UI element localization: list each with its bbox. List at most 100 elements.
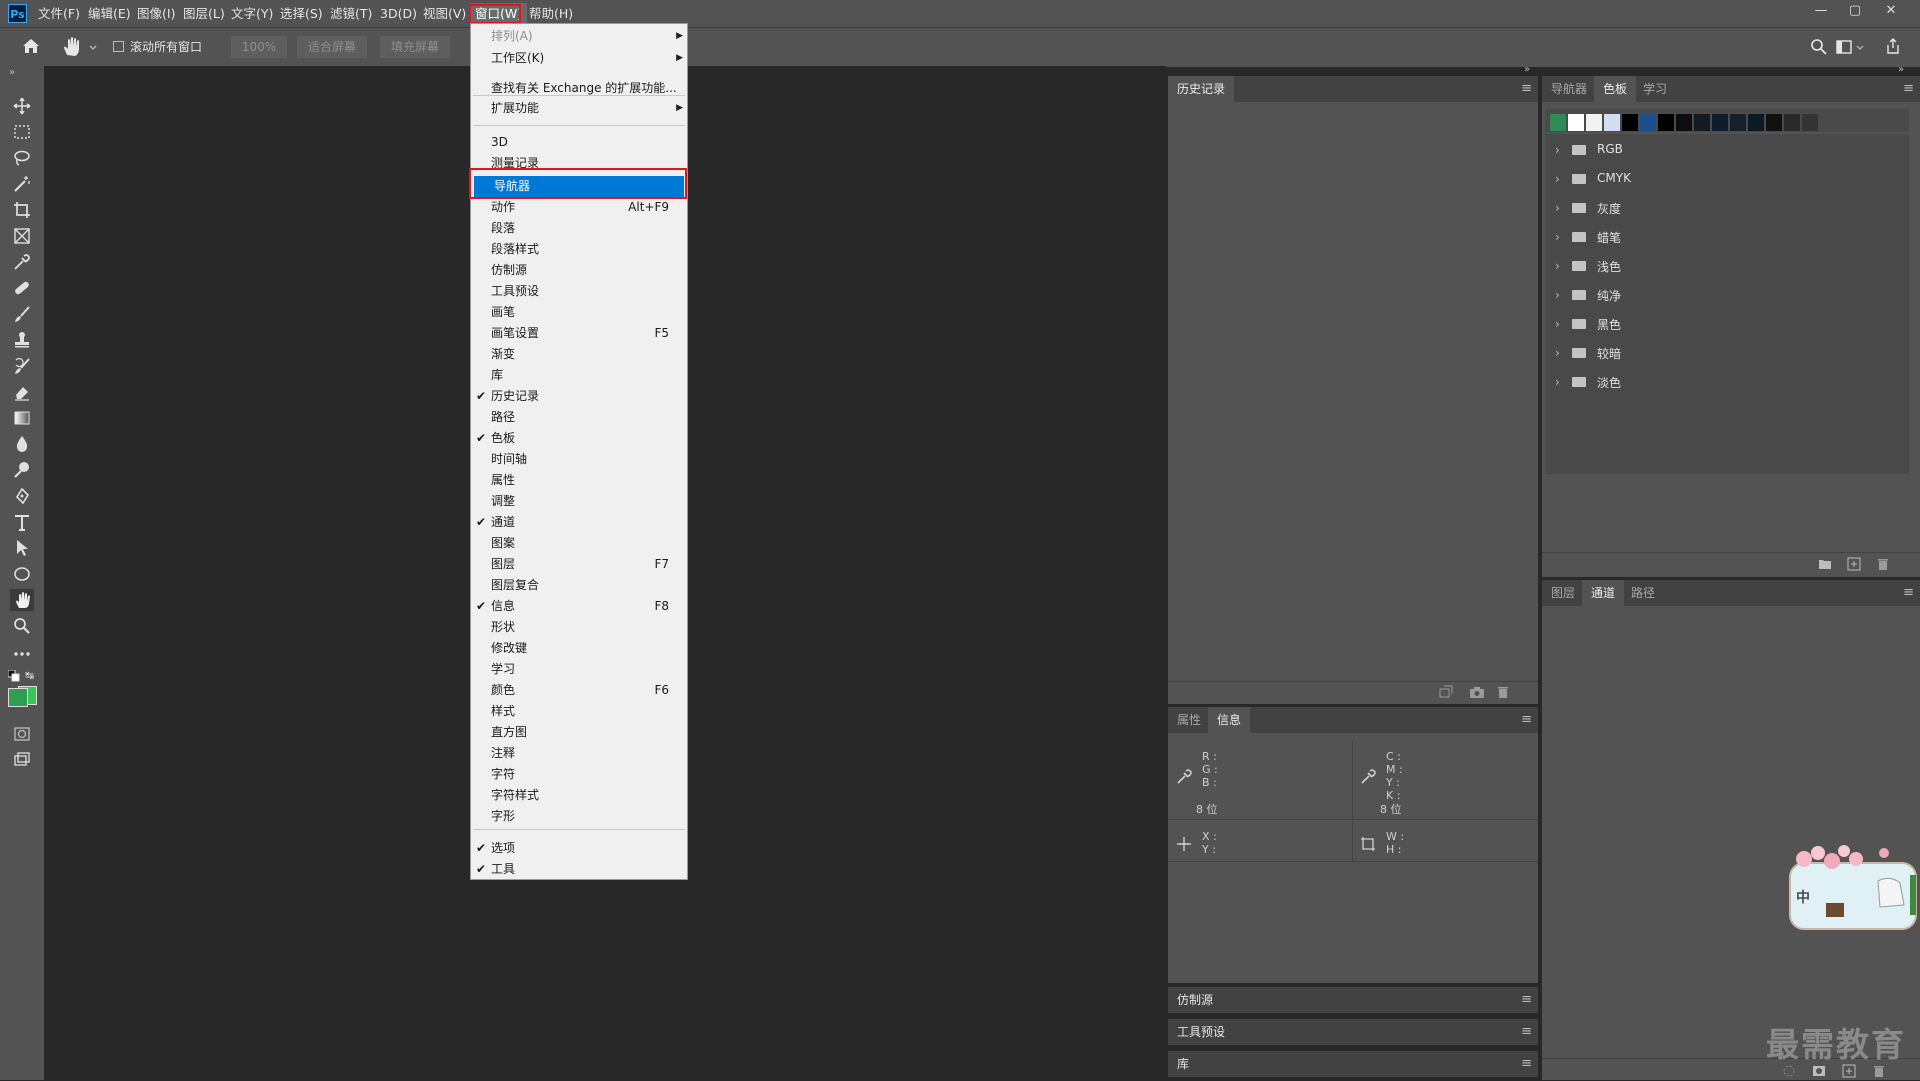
window-menu-item-0[interactable]: 排列(A) ▶ (471, 26, 687, 47)
blur-tool-icon[interactable] (10, 433, 34, 455)
window-menu-item-29[interactable]: 学习 (471, 659, 687, 680)
swatch-color[interactable] (1586, 114, 1602, 131)
tool-presets-panel-collapsed[interactable]: 工具预设 ≡ (1168, 1019, 1538, 1045)
healing-brush-tool-icon[interactable] (10, 277, 34, 299)
tab-info[interactable]: 信息 (1208, 707, 1251, 733)
collapse-toolbox-icon[interactable]: » (9, 67, 15, 78)
clone-stamp-tool-icon[interactable] (10, 329, 34, 351)
panel-menu-icon[interactable]: ≡ (1903, 585, 1914, 600)
brush-tool-icon[interactable] (10, 303, 34, 325)
window-menu-item-30[interactable]: 颜色 F6 (471, 680, 687, 701)
window-menu-item-24[interactable]: 图层 F7 (471, 554, 687, 575)
swatch-group-pastel[interactable]: › 蜡笔 (1555, 223, 1891, 252)
window-menu-item-31[interactable]: 样式 (471, 701, 687, 722)
marquee-tool-icon[interactable] (10, 121, 34, 143)
window-menu-item-9[interactable]: 段落样式 (471, 239, 687, 260)
panel-menu-icon[interactable]: ≡ (1903, 81, 1914, 96)
swatch-group-rgb[interactable]: › RGB (1555, 136, 1891, 165)
hand-tool-preset-icon[interactable] (60, 35, 100, 59)
swatch-group-cmyk[interactable]: › CMYK (1555, 165, 1891, 194)
menu-select[interactable]: 选择(S) (275, 3, 328, 24)
panel-menu-icon[interactable]: ≡ (1521, 81, 1532, 96)
path-selection-tool-icon[interactable] (10, 537, 34, 559)
collapse-dock-icon[interactable]: » (1524, 64, 1530, 75)
delete-state-trash-icon[interactable] (1496, 685, 1510, 702)
magic-wand-tool-icon[interactable] (10, 173, 34, 195)
delete-channel-trash-icon[interactable] (1872, 1064, 1886, 1081)
window-menu-item-23[interactable]: 图案 (471, 533, 687, 554)
gradient-tool-icon[interactable] (10, 407, 34, 429)
panel-menu-icon[interactable]: ≡ (1521, 1056, 1532, 1071)
window-menu-item-36[interactable]: 字形 (471, 806, 687, 827)
menu-edit[interactable]: 编辑(E) (83, 3, 136, 24)
swatch-color[interactable] (1658, 114, 1674, 131)
swatch-color[interactable] (1730, 114, 1746, 131)
swatch-color[interactable] (1676, 114, 1692, 131)
lasso-tool-icon[interactable] (10, 147, 34, 169)
minimize-icon[interactable]: — (1804, 0, 1838, 22)
window-menu-item-12[interactable]: 画笔 (471, 302, 687, 323)
tab-paths[interactable]: 路径 (1622, 580, 1664, 606)
panel-menu-icon[interactable]: ≡ (1521, 712, 1532, 727)
type-tool-icon[interactable] (10, 511, 34, 533)
window-menu-item-10[interactable]: 仿制源 (471, 260, 687, 281)
window-menu-item-34[interactable]: 字符 (471, 764, 687, 785)
eyedropper-tool-icon[interactable] (10, 251, 34, 273)
menu-type[interactable]: 文字(Y) (226, 3, 278, 24)
snapshot-camera-icon[interactable] (1469, 685, 1485, 702)
swatch-group-light[interactable]: › 浅色 (1555, 252, 1891, 281)
zoom-tool-icon[interactable] (10, 615, 34, 637)
tab-properties[interactable]: 属性 (1168, 707, 1210, 733)
swatch-color[interactable] (1748, 114, 1764, 131)
swatch-color[interactable] (1694, 114, 1710, 131)
foreground-color-swatch[interactable] (8, 688, 28, 707)
panel-menu-icon[interactable]: ≡ (1521, 1024, 1532, 1039)
dodge-tool-icon[interactable] (10, 459, 34, 481)
menu-file[interactable]: 文件(F) (33, 3, 85, 24)
window-menu-item-4[interactable]: 3D (471, 132, 687, 153)
fill-screen-button[interactable]: 填充屏幕 (380, 36, 450, 58)
swatch-group-darker[interactable]: › 较暗 (1555, 339, 1891, 368)
libraries-panel-collapsed[interactable]: 库 ≡ (1168, 1051, 1538, 1077)
window-menu-item-15[interactable]: 库 (471, 365, 687, 386)
quick-mask-icon[interactable] (10, 723, 34, 745)
menu-help[interactable]: 帮助(H) (524, 3, 578, 24)
window-menu-item-16[interactable]: ✔ 历史记录 (471, 386, 687, 407)
scroll-all-checkbox[interactable] (113, 41, 124, 52)
window-menu-item-14[interactable]: 渐变 (471, 344, 687, 365)
swatch-color[interactable] (1766, 114, 1782, 131)
swatch-group-black[interactable]: › 黑色 (1555, 310, 1891, 339)
menu-image[interactable]: 图像(I) (132, 3, 180, 24)
crop-tool-icon[interactable] (10, 199, 34, 221)
swatch-color[interactable] (1802, 114, 1818, 131)
save-selection-as-channel-icon[interactable] (1812, 1064, 1826, 1081)
eraser-tool-icon[interactable] (10, 381, 34, 403)
window-menu-item-38[interactable]: ✔ 工具 (471, 859, 687, 880)
swatch-color[interactable] (1784, 114, 1800, 131)
more-tools-icon[interactable] (10, 643, 34, 665)
close-icon[interactable]: ✕ (1874, 0, 1908, 22)
collapse-right-dock-icon[interactable]: » (1898, 64, 1904, 75)
window-menu-item-25[interactable]: 图层复合 (471, 575, 687, 596)
new-channel-icon[interactable] (1842, 1064, 1856, 1081)
zoom-100-button[interactable]: 100% (231, 36, 287, 58)
swatch-group-grayscale[interactable]: › 灰度 (1555, 194, 1891, 223)
screen-mode-icon[interactable] (10, 749, 34, 771)
history-brush-tool-icon[interactable] (10, 355, 34, 377)
menu-view[interactable]: 视图(V) (418, 3, 471, 24)
clone-source-panel-collapsed[interactable]: 仿制源 ≡ (1168, 987, 1538, 1013)
swatch-color[interactable] (1568, 114, 1584, 131)
swatch-color[interactable] (1622, 114, 1638, 131)
menu-layer[interactable]: 图层(L) (178, 3, 230, 24)
fit-screen-button[interactable]: 适合屏幕 (297, 36, 367, 58)
default-colors-icon[interactable] (7, 669, 20, 685)
swatch-color[interactable] (1640, 114, 1656, 131)
tab-navigator[interactable]: 导航器 (1542, 76, 1596, 102)
move-tool-icon[interactable] (10, 95, 34, 117)
new-document-from-state-icon[interactable] (1438, 685, 1454, 702)
panel-menu-icon[interactable]: ≡ (1521, 992, 1532, 1007)
swatch-group-pure[interactable]: › 纯净 (1555, 281, 1891, 310)
window-menu-item-28[interactable]: 修改键 (471, 638, 687, 659)
window-menu-item-26[interactable]: ✔ 信息 F8 (471, 596, 687, 617)
window-menu-item-8[interactable]: 段落 (471, 218, 687, 239)
